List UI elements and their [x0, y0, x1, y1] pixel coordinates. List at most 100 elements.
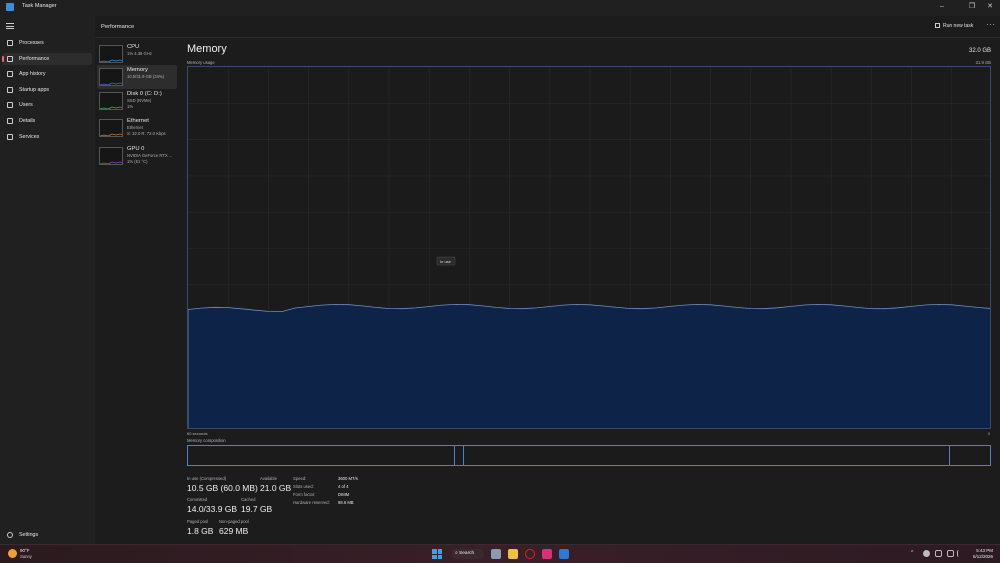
resource-cpu[interactable]: CPU 1% 4.38 GHz [97, 42, 177, 66]
speed-label: Speed: [293, 476, 307, 481]
hardware-reserved-value: 98.6 MB [338, 500, 354, 505]
resource-name: GPU 0 [127, 146, 145, 152]
settings-label: Settings [19, 532, 39, 538]
nav-pane: Processes Performance App history Startup a… [0, 16, 95, 544]
memory-usage-area [188, 303, 990, 428]
nav-item-performance[interactable]: Performance [2, 53, 92, 65]
performance-icon [7, 56, 13, 62]
weather-temp[interactable]: 90°F [20, 548, 30, 553]
paged-pool-value: 1.8 GB [187, 526, 214, 536]
opera-browser-icon[interactable] [525, 549, 535, 559]
slots-used-label: Slots used: [293, 484, 314, 489]
speed-value: 3600 MT/s [338, 476, 358, 481]
users-icon [7, 102, 13, 108]
task-manager-icon [6, 3, 14, 11]
resource-name: Ethernet [127, 118, 149, 124]
resource-detail-2: 1% [127, 103, 134, 109]
composition-modified [455, 446, 464, 465]
resource-detail: 1% 4.38 GHz [127, 51, 152, 56]
in-use-value: 10.5 GB (60.0 MB) [187, 483, 258, 493]
settings-gear-icon [7, 532, 13, 538]
memory-composition-bar[interactable] [187, 445, 991, 466]
nav-label: Startup apps [19, 87, 50, 93]
close-button[interactable]: ✕ [985, 2, 995, 12]
run-new-task-button[interactable]: Run new task [935, 23, 973, 29]
restore-button[interactable]: ❐ [967, 2, 977, 12]
minimize-button[interactable]: – [937, 2, 947, 12]
memory-usage-max: 31.9 GB [975, 60, 991, 65]
nav-item-users[interactable]: Users [2, 99, 92, 111]
available-value: 21.0 GB [260, 483, 292, 493]
run-task-icon [935, 23, 940, 28]
memory-total: 32.0 GB [968, 48, 991, 54]
weather-condition[interactable]: Sunny [20, 554, 32, 559]
resource-name: Memory [127, 67, 148, 73]
instagram-icon[interactable] [542, 549, 552, 559]
resource-detail: Ethernet [127, 125, 143, 130]
resource-ethernet[interactable]: Ethernet Ethernet S: 32.0 R: 72.0 Kbps [97, 116, 177, 140]
startup-apps-icon [7, 87, 13, 93]
resource-thumbnail-graph [99, 119, 123, 137]
memory-title: Memory [187, 43, 227, 55]
memory-usage-label: Memory usage [187, 60, 215, 65]
cached-value: 19.7 GB [241, 504, 273, 514]
search-label: Search [459, 551, 475, 556]
resource-disk[interactable]: Disk 0 (C: D:) SSD (NVMe) 1% [97, 89, 177, 113]
form-factor-value: DIMM [338, 492, 350, 497]
committed-label: Committed [187, 497, 208, 502]
nav-item-processes[interactable]: Processes [2, 37, 92, 49]
cached-label: Cached [241, 497, 256, 502]
nav-item-startup-apps[interactable]: Startup apps [2, 84, 92, 96]
details-icon [7, 118, 13, 124]
slots-used-value: 4 of 4 [338, 484, 349, 489]
task-view-icon[interactable] [491, 549, 501, 559]
nav-label: App history [19, 71, 46, 77]
available-label: Available [260, 476, 277, 481]
page-header: Performance Run new task ··· [95, 16, 1000, 38]
resource-name: CPU [127, 44, 140, 50]
more-options-button[interactable]: ··· [986, 20, 996, 29]
memory-usage-graph[interactable]: In use [187, 66, 991, 429]
nav-label: Users [19, 102, 33, 108]
nav-item-app-history[interactable]: App history [2, 68, 92, 80]
onedrive-cloud-icon[interactable] [923, 550, 930, 557]
clock-time[interactable]: 5:43 PM [971, 548, 993, 553]
resource-thumbnail-graph [99, 92, 123, 110]
taskbar-search[interactable]: ⌕ Search [451, 549, 484, 559]
memory-panel: Memory 32.0 GB Memory usage 31.9 GB In u… [182, 38, 1000, 544]
tooltip-text: In use [440, 259, 452, 264]
memory-usage-svg: In use [188, 67, 990, 428]
nav-item-details[interactable]: Details [2, 115, 92, 127]
hamburger-menu-icon[interactable] [6, 23, 14, 29]
resource-memory[interactable]: Memory 10.5/31.9 GB (34%) [97, 65, 177, 89]
non-paged-pool-label: Non-paged pool [219, 519, 249, 524]
resource-detail: 10.5/31.9 GB (34%) [127, 74, 165, 79]
nav-label: Performance [19, 56, 50, 62]
tray-overflow-chevron-icon[interactable]: ^ [911, 550, 913, 556]
composition-free [950, 446, 992, 465]
file-explorer-icon[interactable] [508, 549, 518, 559]
services-icon [7, 134, 13, 140]
resource-gpu[interactable]: GPU 0 NVIDIA GeForce RTX ... 1% (51 °C) [97, 144, 177, 168]
nav-label: Processes [19, 40, 44, 46]
processes-icon [7, 40, 13, 46]
app-tray-icon[interactable] [935, 550, 942, 557]
taskbar: 90°F Sunny ⌕ Search ^ 5:43 PM 6/12/2026 [0, 544, 1000, 563]
resource-list: CPU 1% 4.38 GHz Memory 10.5/31.9 GB (34%) Di… [95, 38, 182, 544]
task-manager-taskbar-icon[interactable] [559, 549, 569, 559]
paged-pool-label: Paged pool [187, 519, 209, 524]
title-bar: Task Manager – ❐ ✕ [0, 0, 1000, 16]
committed-value: 14.0/33.9 GB [187, 504, 238, 514]
start-button-windows-icon[interactable] [432, 549, 442, 559]
time-axis-left: 60 seconds [187, 431, 208, 436]
composition-standby [464, 446, 950, 465]
nav-label: Details [19, 118, 36, 124]
volume-icon[interactable] [957, 550, 964, 557]
resource-thumbnail-graph [99, 68, 123, 86]
app-title: Task Manager [22, 3, 57, 9]
nav-item-services[interactable]: Services [2, 131, 92, 143]
network-icon[interactable] [947, 550, 954, 557]
weather-sun-icon[interactable] [8, 549, 17, 558]
clock-date[interactable]: 6/12/2026 [967, 554, 993, 559]
nav-item-settings[interactable]: Settings [2, 529, 92, 541]
